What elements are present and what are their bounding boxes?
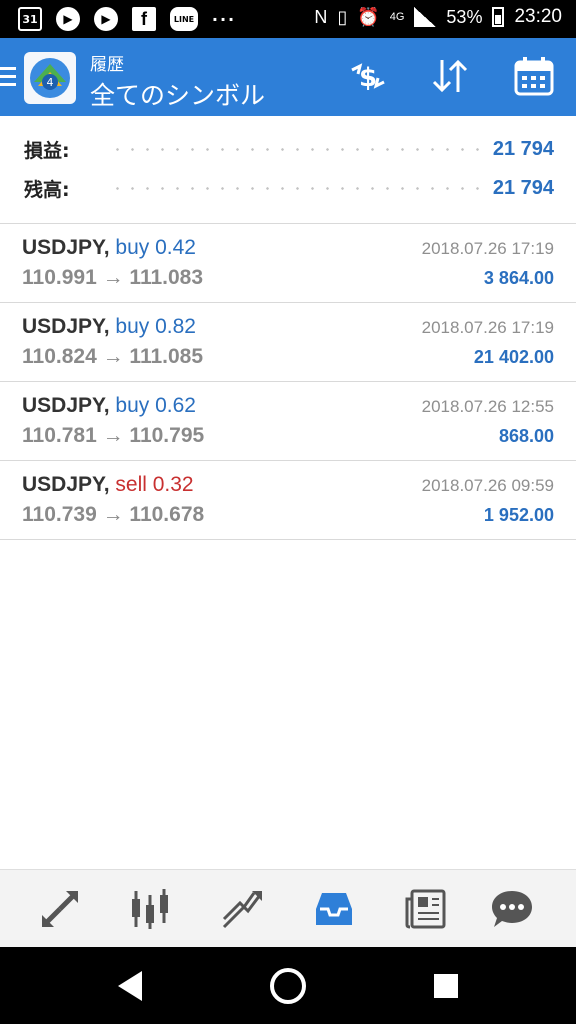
sort-icon[interactable] bbox=[428, 56, 472, 96]
network-type: 4G bbox=[389, 11, 405, 23]
trade-time: 2018.07.26 09:59 bbox=[421, 476, 554, 495]
quotes-icon[interactable] bbox=[34, 884, 86, 934]
play-notification-icon: ▶ bbox=[56, 7, 80, 31]
back-icon[interactable] bbox=[110, 965, 152, 1007]
trade-side: buy 0.62 bbox=[115, 394, 196, 417]
balance-value: 21 794 bbox=[492, 176, 554, 199]
line-notification-icon: LINE bbox=[170, 7, 198, 31]
trade-side: buy 0.82 bbox=[115, 315, 196, 338]
play-notification-icon-2: ▶ bbox=[94, 7, 118, 31]
trade-profit: 1 952.00 bbox=[483, 505, 554, 525]
chart-icon[interactable] bbox=[124, 884, 176, 934]
trade-profit: 21 402.00 bbox=[473, 347, 554, 367]
app-logo[interactable]: 4 bbox=[24, 52, 76, 104]
trade-time: 2018.07.26 12:55 bbox=[421, 397, 554, 416]
bottom-navigation bbox=[0, 869, 576, 947]
deposit-filter-icon[interactable]: $ bbox=[346, 56, 390, 96]
more-notifications-icon: ··· bbox=[211, 9, 237, 29]
history-summary: 損益: 21 794 残高: 21 794 bbox=[0, 116, 576, 224]
dotted-leader bbox=[110, 147, 479, 151]
profit-label: 損益: bbox=[24, 139, 70, 162]
recents-icon[interactable] bbox=[425, 965, 467, 1007]
trade-side: buy 0.42 bbox=[115, 236, 196, 259]
vibrate-icon: ▯ bbox=[337, 6, 348, 27]
svg-text:4: 4 bbox=[47, 76, 54, 89]
trade-icon[interactable] bbox=[216, 884, 268, 934]
battery-percent: 53% bbox=[446, 6, 483, 27]
calendar-icon[interactable] bbox=[512, 56, 556, 96]
trade-symbol: USDJPY, bbox=[22, 236, 110, 259]
menu-icon[interactable] bbox=[0, 67, 16, 91]
battery-icon bbox=[492, 7, 505, 27]
app-bar: 4 履歴 全てのシンボル $ bbox=[0, 38, 576, 116]
signal-icon bbox=[414, 7, 437, 27]
news-icon[interactable] bbox=[400, 884, 452, 934]
history-icon[interactable] bbox=[308, 884, 360, 934]
system-navigation-bar bbox=[0, 947, 576, 1024]
clock: 23:20 bbox=[514, 6, 562, 27]
trade-time: 2018.07.26 17:19 bbox=[421, 318, 554, 337]
dotted-leader bbox=[110, 186, 479, 190]
trade-side: sell 0.32 bbox=[115, 473, 194, 496]
balance-row: 残高: 21 794 bbox=[24, 173, 554, 203]
status-bar: 31 ▶ ▶ f LINE ··· N ▯ ⏰ 4G 53% 23:20 bbox=[0, 0, 576, 38]
calendar-notification-icon: 31 bbox=[18, 7, 42, 31]
trade-row[interactable]: USDJPY, buy 0.62 110.781 → 110.795 2018.… bbox=[0, 382, 576, 461]
facebook-notification-icon: f bbox=[132, 7, 156, 31]
trade-profit: 3 864.00 bbox=[483, 268, 554, 288]
alarm-icon: ⏰ bbox=[357, 6, 380, 27]
trade-prices: 110.739 → 110.678 bbox=[22, 503, 205, 526]
profit-row: 損益: 21 794 bbox=[24, 134, 554, 164]
nfc-icon: N bbox=[314, 6, 328, 27]
trade-row[interactable]: USDJPY, buy 0.42 110.991 → 111.083 2018.… bbox=[0, 224, 576, 303]
trade-symbol: USDJPY, bbox=[22, 473, 110, 496]
balance-label: 残高: bbox=[24, 178, 70, 201]
profit-value: 21 794 bbox=[492, 137, 554, 160]
trade-prices: 110.824 → 111.085 bbox=[22, 345, 204, 368]
trade-symbol: USDJPY, bbox=[22, 394, 110, 417]
page-title: 履歴 bbox=[90, 55, 124, 75]
trade-time: 2018.07.26 17:19 bbox=[421, 239, 554, 258]
home-icon[interactable] bbox=[267, 965, 309, 1007]
trade-symbol: USDJPY, bbox=[22, 315, 110, 338]
symbol-filter[interactable]: 全てのシンボル bbox=[90, 76, 265, 112]
trade-prices: 110.781 → 110.795 bbox=[22, 424, 205, 447]
chat-icon[interactable] bbox=[486, 884, 538, 934]
trade-prices: 110.991 → 111.083 bbox=[22, 266, 204, 289]
trade-profit: 868.00 bbox=[498, 426, 554, 446]
trade-row[interactable]: USDJPY, sell 0.32 110.739 → 110.678 2018… bbox=[0, 461, 576, 540]
trade-row[interactable]: USDJPY, buy 0.82 110.824 → 111.085 2018.… bbox=[0, 303, 576, 382]
